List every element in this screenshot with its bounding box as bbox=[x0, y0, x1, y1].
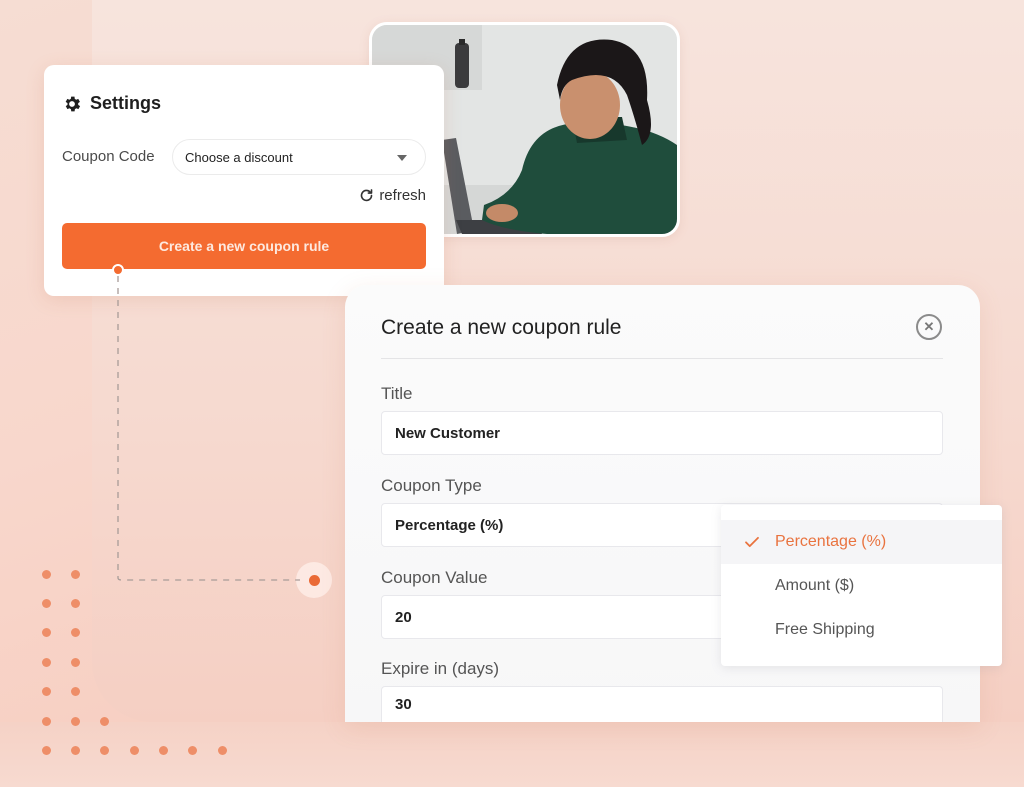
dropdown-option-free-shipping[interactable]: Free Shipping bbox=[721, 608, 1002, 652]
refresh-icon bbox=[361, 189, 373, 202]
decorative-dot bbox=[42, 628, 51, 637]
settings-header: Settings bbox=[62, 93, 161, 114]
coupon-value-label: Coupon Value bbox=[381, 568, 488, 587]
connector-start-dot bbox=[112, 264, 124, 276]
background-bottom-band bbox=[0, 722, 1024, 787]
decorative-dot bbox=[71, 658, 80, 667]
decorative-dot bbox=[42, 687, 51, 696]
modal-divider bbox=[381, 358, 943, 359]
connector-end-dot bbox=[309, 575, 320, 586]
caret-down-icon bbox=[397, 155, 407, 161]
decorative-dot bbox=[71, 687, 80, 696]
coupon-code-select[interactable]: Choose a discount bbox=[172, 139, 426, 175]
decorative-dot bbox=[71, 599, 80, 608]
decorative-dot bbox=[42, 599, 51, 608]
decorative-dot bbox=[42, 658, 51, 667]
refresh-label: refresh bbox=[379, 187, 426, 204]
dropdown-option-label: Free Shipping bbox=[775, 621, 875, 638]
coupon-code-label: Coupon Code bbox=[62, 148, 155, 165]
settings-card: Settings Coupon Code Choose a discount r… bbox=[44, 65, 444, 296]
title-label: Title bbox=[381, 384, 413, 403]
close-icon[interactable]: ✕ bbox=[916, 314, 942, 340]
coupon-type-label: Coupon Type bbox=[381, 476, 482, 495]
decorative-dot bbox=[71, 570, 80, 579]
check-icon bbox=[745, 536, 759, 548]
title-input[interactable]: New Customer bbox=[381, 411, 943, 455]
expire-days-input[interactable]: 30 bbox=[381, 686, 943, 722]
dropdown-option-label: Amount ($) bbox=[775, 577, 855, 594]
dropdown-option-amount[interactable]: Amount ($) bbox=[721, 564, 1002, 608]
expire-days-label: Expire in (days) bbox=[381, 659, 500, 678]
decorative-dot bbox=[71, 628, 80, 637]
decorative-dot bbox=[42, 570, 51, 579]
dropdown-option-percentage[interactable]: Percentage (%) bbox=[721, 520, 1002, 564]
gear-icon bbox=[65, 96, 81, 111]
create-coupon-rule-button[interactable]: Create a new coupon rule bbox=[62, 223, 426, 269]
modal-title: Create a new coupon rule bbox=[381, 316, 622, 339]
refresh-button[interactable]: refresh bbox=[359, 187, 426, 204]
dropdown-option-label: Percentage (%) bbox=[775, 533, 887, 550]
coupon-code-select-value: Choose a discount bbox=[185, 149, 293, 165]
coupon-type-dropdown-menu: Percentage (%) Amount ($) Free Shipping bbox=[721, 505, 1002, 666]
settings-title: Settings bbox=[90, 93, 162, 113]
